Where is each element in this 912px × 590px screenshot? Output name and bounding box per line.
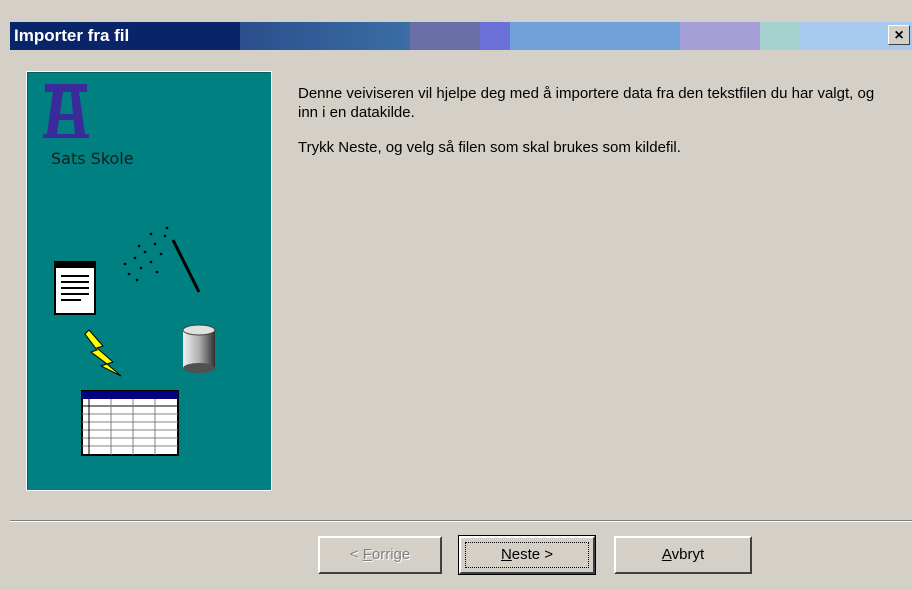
close-button[interactable]: × xyxy=(888,25,910,45)
cancel-button-accel: A xyxy=(661,546,672,563)
database-icon xyxy=(182,324,216,373)
intro-paragraph: Denne veiviseren vil hjelpe deg med å im… xyxy=(298,85,875,121)
previous-button-label: orrige xyxy=(371,546,411,563)
wizard-image-panel: Sats Skole xyxy=(26,71,272,491)
window-title: Importer fra fil xyxy=(14,26,130,45)
magic-wand-icon xyxy=(123,226,201,293)
title-bar[interactable]: Importer fra fil × xyxy=(10,22,912,50)
table-icon xyxy=(81,390,179,456)
close-icon: × xyxy=(894,27,904,44)
previous-button[interactable]: < Forrige xyxy=(318,536,442,574)
logo-text: Sats Skole xyxy=(51,149,134,168)
import-dialog: Importer fra fil × Sats Skole Denne veiv… xyxy=(0,0,912,590)
next-button[interactable]: Neste > xyxy=(458,535,596,575)
notepad-icon xyxy=(54,261,96,315)
wizard-description: Denne veiviseren vil hjelpe deg med å im… xyxy=(298,84,898,173)
cancel-button[interactable]: Avbryt xyxy=(614,536,752,574)
instruction-paragraph: Trykk Neste, og velg så filen som skal b… xyxy=(298,139,681,156)
previous-button-prefix: < xyxy=(349,546,363,563)
lightning-icon xyxy=(84,329,122,377)
cancel-button-label: vbryt xyxy=(671,546,705,563)
previous-button-accel: F xyxy=(362,546,372,563)
button-separator xyxy=(10,520,912,522)
focus-rectangle xyxy=(465,542,589,568)
logo-icon xyxy=(43,84,89,138)
